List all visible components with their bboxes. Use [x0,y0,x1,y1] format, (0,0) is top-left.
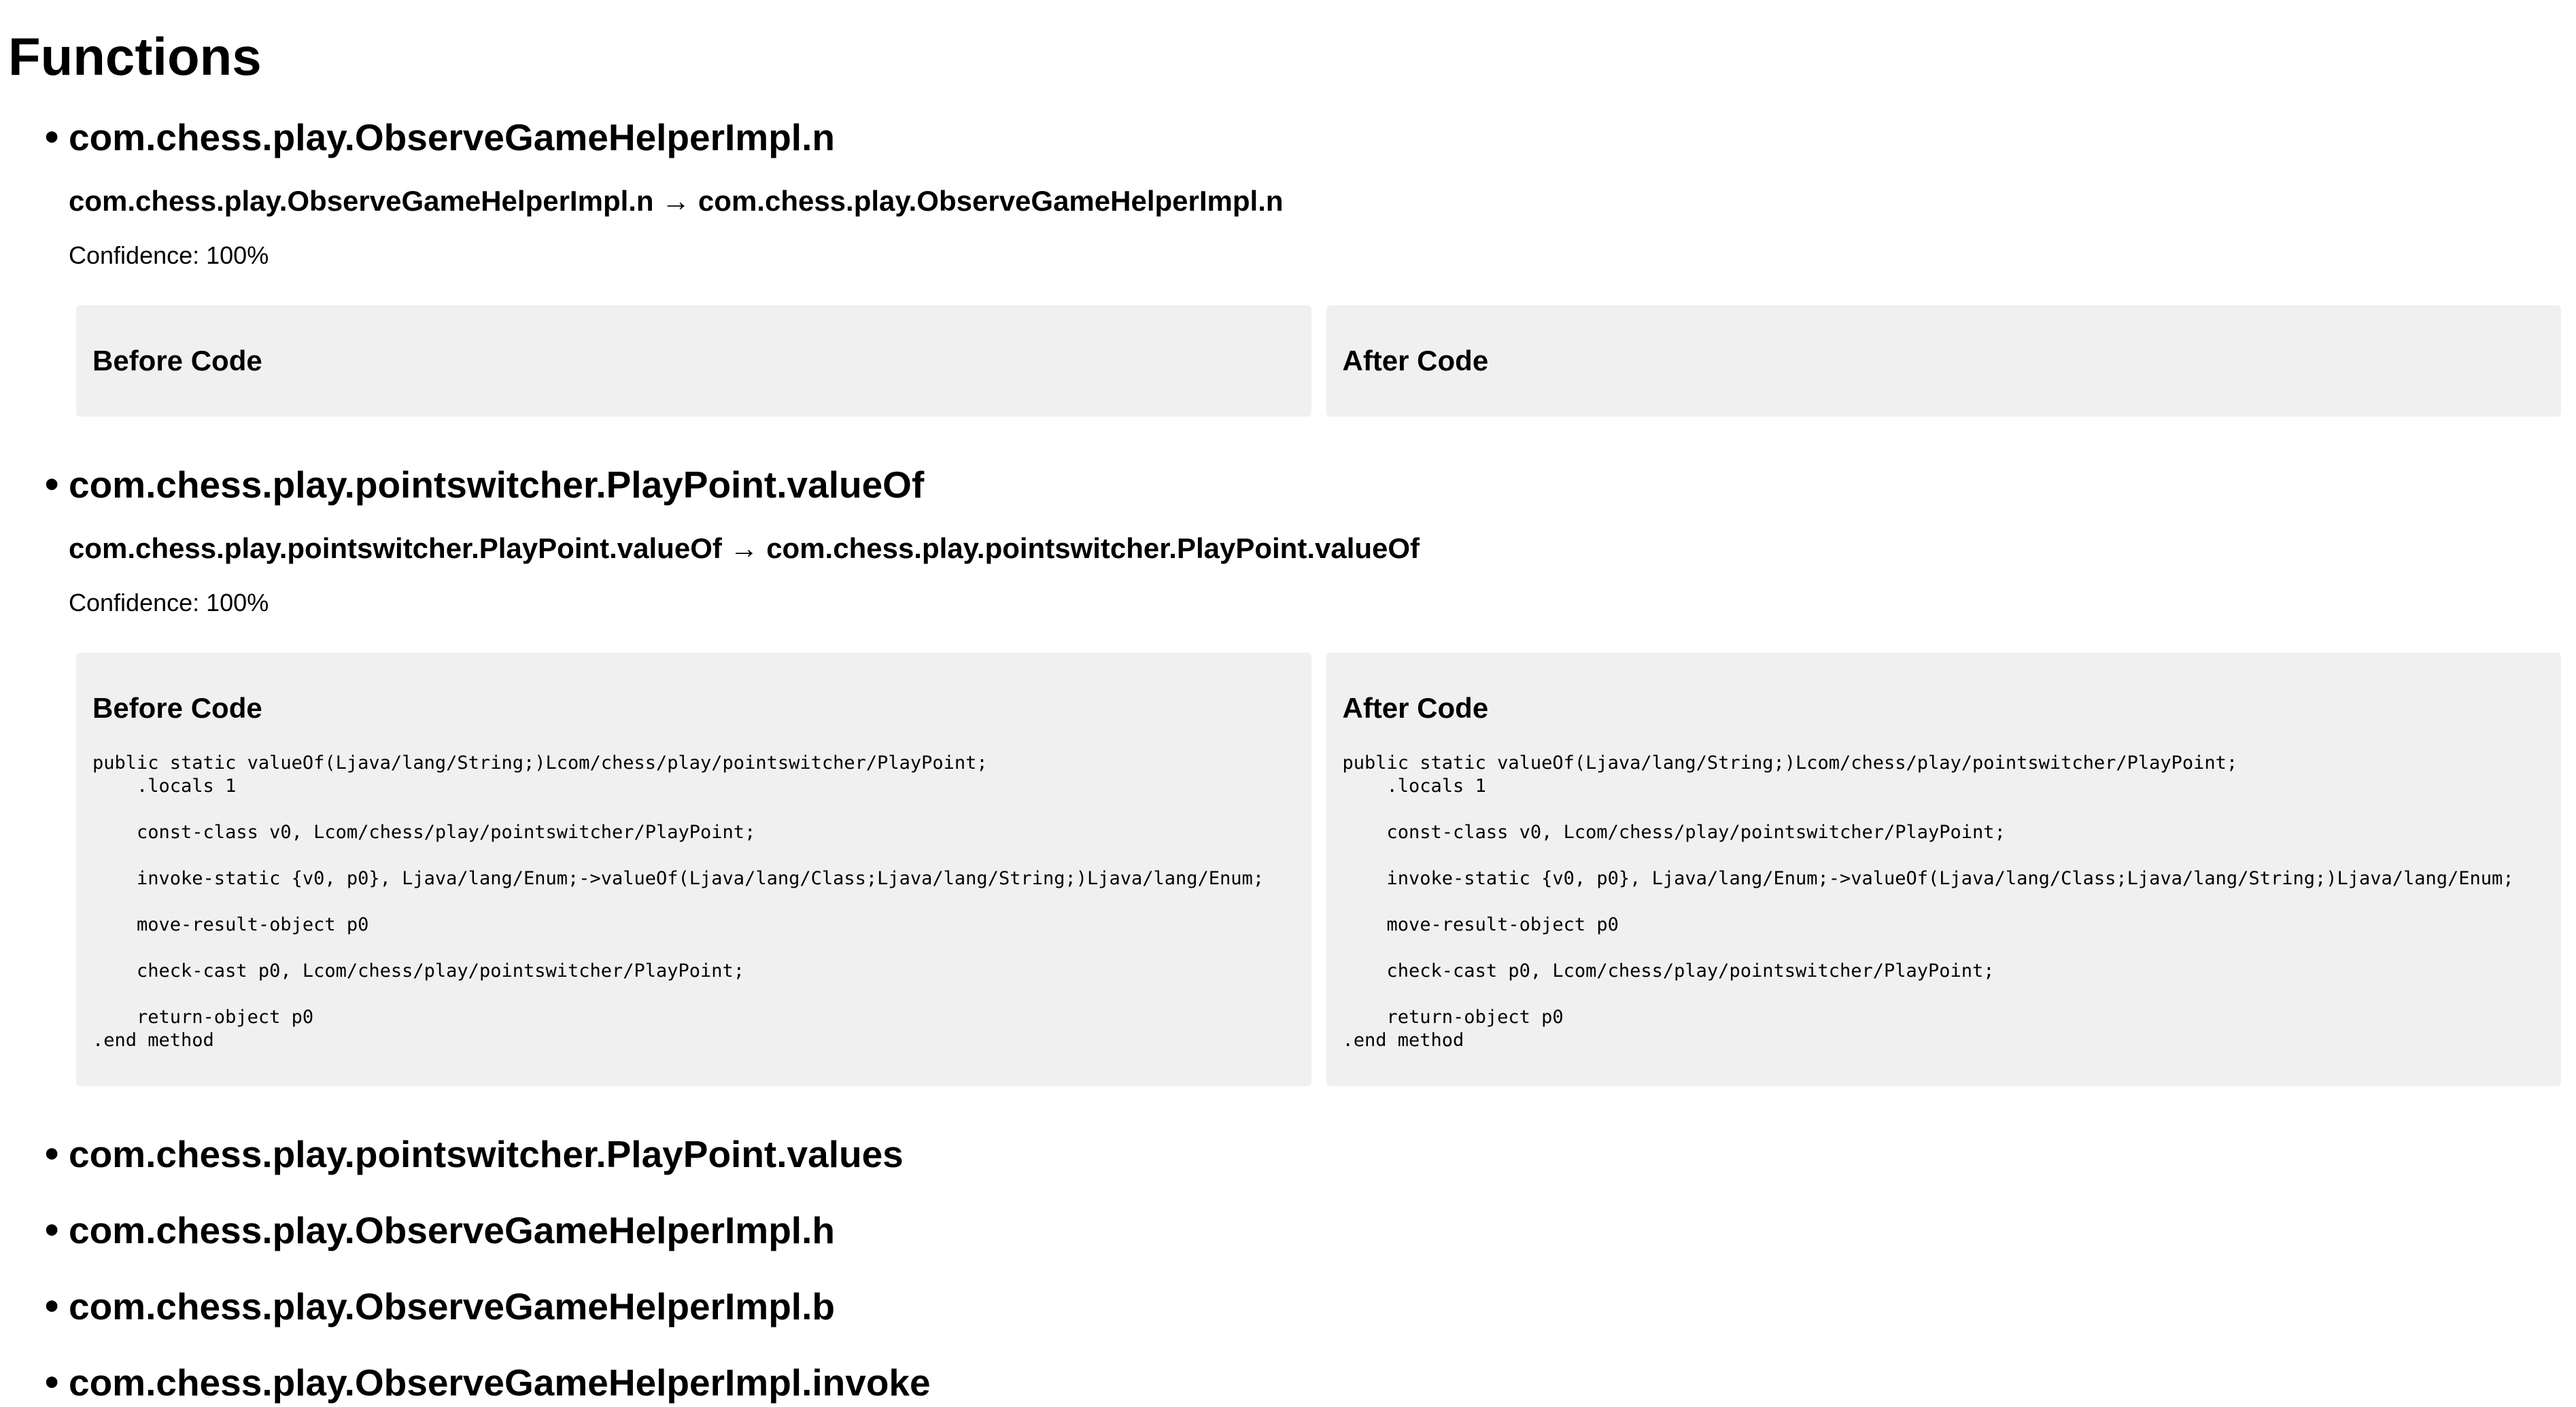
function-item: • com.chess.play.pointswitcher.PlayPoint… [0,456,2576,1126]
bullet-icon: • [45,1208,59,1252]
before-code-block: public static valueOf(Ljava/lang/String;… [92,752,1265,1051]
code-comparison: Before Code public static valueOf(Ljava/… [76,653,2561,1086]
bullet-icon: • [45,1132,59,1176]
page: Functions • com.chess.play.ObserveGameHe… [0,0,2576,1407]
page-title: Functions [8,27,262,86]
after-code-panel: After Code public static valueOf(Ljava/l… [1326,653,2561,1086]
confidence-text: Confidence: 100% [69,589,269,616]
bullet-icon: • [45,1284,59,1328]
function-name: com.chess.play.ObserveGameHelperImpl.b [69,1285,835,1327]
after-code-panel: After Code [1326,305,2561,417]
function-item: • com.chess.play.ObserveGameHelperImpl.h [0,1202,2576,1278]
function-item: • com.chess.play.pointswitcher.PlayPoint… [0,1126,2576,1202]
before-code-title: Before Code [92,692,262,724]
function-item: • com.chess.play.ObserveGameHelperImpl.b [0,1278,2576,1354]
code-comparison: Before Code After Code [76,305,2561,417]
bullet-icon: • [45,1360,59,1404]
function-item: • com.chess.play.ObserveGameHelperImpl.n… [0,109,2576,456]
bullet-icon: • [45,462,59,506]
function-name: com.chess.play.pointswitcher.PlayPoint.v… [69,1133,904,1175]
after-code-title: After Code [1342,345,1489,377]
after-code-block: public static valueOf(Ljava/lang/String;… [1342,752,2514,1051]
function-item: • com.chess.play.ObserveGameHelperImpl.i… [0,1354,2576,1407]
function-mapping: com.chess.play.ObserveGameHelperImpl.n →… [69,185,1284,217]
confidence-text: Confidence: 100% [69,241,269,269]
function-name: com.chess.play.ObserveGameHelperImpl.h [69,1209,835,1251]
bullet-icon: • [45,115,59,159]
function-name: com.chess.play.ObserveGameHelperImpl.n [69,116,835,158]
function-mapping: com.chess.play.pointswitcher.PlayPoint.v… [69,532,1420,564]
function-list: • com.chess.play.ObserveGameHelperImpl.n… [0,109,2576,1407]
before-code-title: Before Code [92,345,262,377]
before-code-panel: Before Code [76,305,1311,417]
function-name: com.chess.play.pointswitcher.PlayPoint.v… [69,464,925,506]
function-name: com.chess.play.ObserveGameHelperImpl.inv… [69,1361,931,1404]
before-code-panel: Before Code public static valueOf(Ljava/… [76,653,1311,1086]
after-code-title: After Code [1342,692,1489,724]
